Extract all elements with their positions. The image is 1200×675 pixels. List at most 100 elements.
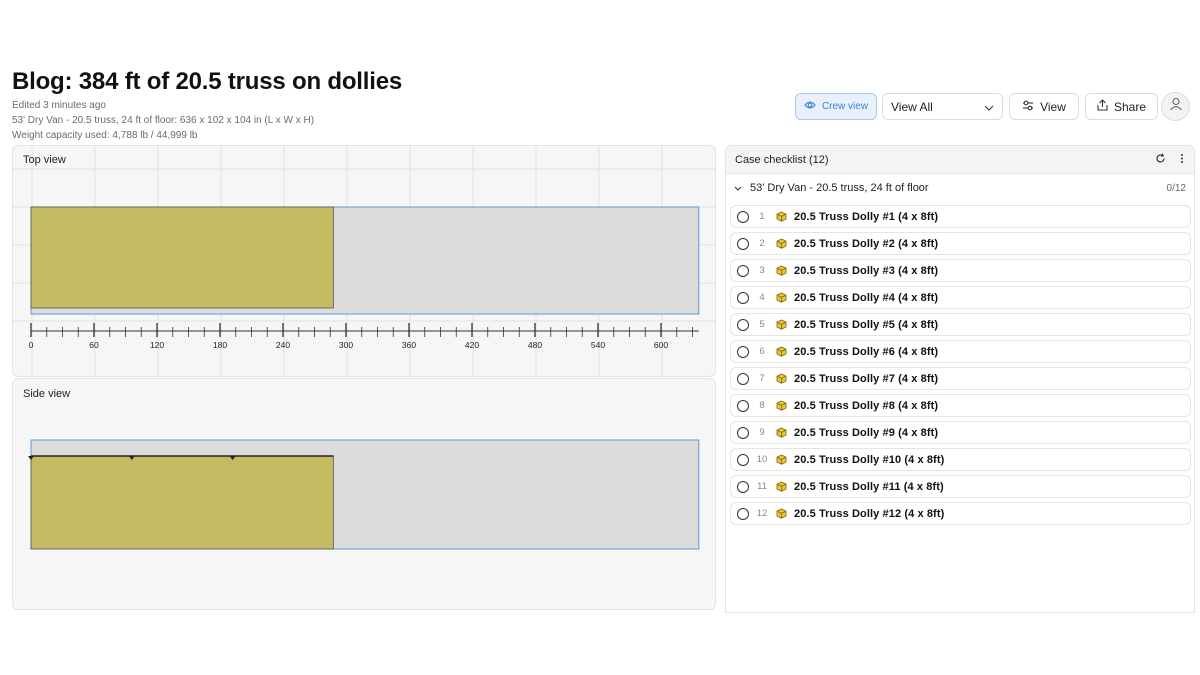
item-name: 20.5 Truss Dolly #5 (4 x 8ft) bbox=[794, 318, 939, 331]
item-checkbox[interactable] bbox=[737, 372, 749, 385]
refresh-icon[interactable] bbox=[1155, 153, 1166, 167]
ruler-label: 0 bbox=[29, 340, 34, 350]
top-view-canvas: 0 60 120 180 240 300 360 420 480 540 600 bbox=[13, 146, 715, 376]
eye-icon bbox=[804, 100, 816, 113]
item-checkbox[interactable] bbox=[737, 426, 749, 439]
ruler-label: 120 bbox=[150, 340, 164, 350]
checklist-item[interactable]: 10 20.5 Truss Dolly #10 (4 x 8ft) bbox=[730, 448, 1191, 471]
item-name: 20.5 Truss Dolly #8 (4 x 8ft) bbox=[794, 399, 939, 412]
cargo-block bbox=[30, 206, 334, 309]
item-name: 20.5 Truss Dolly #11 (4 x 8ft) bbox=[794, 480, 944, 493]
ruler-label: 480 bbox=[528, 340, 542, 350]
item-number: 7 bbox=[759, 373, 765, 384]
case-checklist-panel: Case checklist (12) 53' Dry Van - 20.5 t… bbox=[725, 145, 1195, 613]
item-checkbox[interactable] bbox=[737, 291, 749, 304]
chevron-down-icon[interactable] bbox=[734, 186, 742, 191]
checklist-item[interactable]: 7 20.5 Truss Dolly #7 (4 x 8ft) bbox=[730, 367, 1191, 390]
checklist-item[interactable]: 12 20.5 Truss Dolly #12 (4 x 8ft) bbox=[730, 502, 1191, 525]
box-icon bbox=[776, 427, 787, 438]
ruler-label: 300 bbox=[339, 340, 353, 350]
ruler-label: 60 bbox=[89, 340, 99, 350]
share-button[interactable]: Share bbox=[1085, 93, 1158, 120]
checklist-group[interactable]: 53' Dry Van - 20.5 truss, 24 ft of floor… bbox=[726, 174, 1194, 202]
item-name: 20.5 Truss Dolly #1 (4 x 8ft) bbox=[794, 210, 939, 223]
box-icon bbox=[776, 454, 787, 465]
item-number: 11 bbox=[757, 481, 767, 492]
item-checkbox[interactable] bbox=[737, 345, 749, 358]
box-icon bbox=[776, 373, 787, 384]
item-number: 5 bbox=[759, 319, 765, 330]
ruler-label: 420 bbox=[465, 340, 479, 350]
item-name: 20.5 Truss Dolly #2 (4 x 8ft) bbox=[794, 237, 939, 250]
item-name: 20.5 Truss Dolly #4 (4 x 8ft) bbox=[794, 291, 939, 304]
box-icon bbox=[776, 319, 787, 330]
view-button-label: View bbox=[1040, 99, 1066, 114]
item-checkbox[interactable] bbox=[737, 264, 749, 277]
side-view-label: Side view bbox=[23, 388, 71, 400]
crew-view-label: Crew view bbox=[821, 101, 869, 112]
item-checkbox[interactable] bbox=[737, 399, 749, 412]
checklist-item[interactable]: 2 20.5 Truss Dolly #2 (4 x 8ft) bbox=[730, 232, 1191, 255]
box-icon bbox=[776, 400, 787, 411]
more-vertical-icon[interactable] bbox=[1180, 153, 1184, 167]
chevron-down-icon bbox=[984, 100, 994, 114]
share-icon bbox=[1097, 99, 1108, 114]
view-filter-select[interactable]: View All bbox=[882, 93, 1003, 120]
checklist-item[interactable]: 3 20.5 Truss Dolly #3 (4 x 8ft) bbox=[730, 259, 1191, 282]
checklist-item[interactable]: 5 20.5 Truss Dolly #5 (4 x 8ft) bbox=[730, 313, 1191, 336]
sliders-icon bbox=[1022, 100, 1034, 114]
item-number: 3 bbox=[759, 265, 765, 276]
checklist-header: Case checklist (12) bbox=[726, 146, 1194, 174]
item-checkbox[interactable] bbox=[737, 480, 749, 493]
item-number: 12 bbox=[756, 508, 768, 519]
item-name: 20.5 Truss Dolly #9 (4 x 8ft) bbox=[794, 426, 939, 439]
item-number: 4 bbox=[759, 292, 765, 303]
item-number: 9 bbox=[759, 427, 765, 438]
ruler-label: 180 bbox=[213, 340, 227, 350]
item-name: 20.5 Truss Dolly #10 (4 x 8ft) bbox=[794, 453, 945, 466]
item-number: 6 bbox=[759, 346, 765, 357]
side-view-canvas bbox=[28, 439, 700, 550]
item-checkbox[interactable] bbox=[737, 453, 749, 466]
item-number: 1 bbox=[759, 211, 765, 222]
item-number: 2 bbox=[759, 238, 765, 249]
container-info: 53' Dry Van - 20.5 truss, 24 ft of floor… bbox=[12, 115, 315, 126]
checklist-item[interactable]: 6 20.5 Truss Dolly #6 (4 x 8ft) bbox=[730, 340, 1191, 363]
group-count: 0/12 bbox=[1166, 182, 1186, 194]
item-number: 8 bbox=[759, 400, 765, 411]
user-avatar[interactable] bbox=[1161, 92, 1190, 121]
group-name: 53' Dry Van - 20.5 truss, 24 ft of floor bbox=[750, 182, 929, 194]
ruler-label: 600 bbox=[654, 340, 668, 350]
checklist-item[interactable]: 11 20.5 Truss Dolly #11 (4 x 8ft) bbox=[730, 475, 1191, 498]
item-number: 10 bbox=[756, 454, 768, 465]
box-icon bbox=[776, 238, 787, 249]
box-icon bbox=[776, 481, 787, 492]
top-view-panel[interactable]: 0 60 120 180 240 300 360 420 480 540 600 Top view bbox=[12, 145, 716, 377]
side-view-panel[interactable]: Side view bbox=[12, 378, 716, 610]
box-icon bbox=[776, 508, 787, 519]
item-checkbox[interactable] bbox=[737, 210, 749, 223]
checklist-item[interactable]: 9 20.5 Truss Dolly #9 (4 x 8ft) bbox=[730, 421, 1191, 444]
checklist-item[interactable]: 1 20.5 Truss Dolly #1 (4 x 8ft) bbox=[730, 205, 1191, 228]
item-name: 20.5 Truss Dolly #6 (4 x 8ft) bbox=[794, 345, 939, 358]
checklist-title: Case checklist (12) bbox=[735, 153, 829, 166]
item-name: 20.5 Truss Dolly #7 (4 x 8ft) bbox=[794, 372, 939, 385]
ruler-label: 240 bbox=[276, 340, 290, 350]
item-checkbox[interactable] bbox=[737, 237, 749, 250]
box-icon bbox=[776, 265, 787, 276]
item-name: 20.5 Truss Dolly #12 (4 x 8ft) bbox=[794, 507, 945, 520]
ruler-label: 360 bbox=[402, 340, 416, 350]
weight-capacity: Weight capacity used: 4,788 lb / 44,999 … bbox=[12, 130, 198, 141]
user-icon bbox=[1169, 97, 1183, 116]
crew-view-button[interactable]: Crew view bbox=[795, 93, 877, 120]
checklist-item[interactable]: 8 20.5 Truss Dolly #8 (4 x 8ft) bbox=[730, 394, 1191, 417]
edited-timestamp: Edited 3 minutes ago bbox=[12, 100, 106, 111]
checklist-item[interactable]: 4 20.5 Truss Dolly #4 (4 x 8ft) bbox=[730, 286, 1191, 309]
page-title: Blog: 384 ft of 20.5 truss on dollies bbox=[12, 68, 403, 95]
item-checkbox[interactable] bbox=[737, 507, 749, 520]
box-icon bbox=[776, 346, 787, 357]
box-icon bbox=[776, 211, 787, 222]
view-button[interactable]: View bbox=[1009, 93, 1079, 120]
item-checkbox[interactable] bbox=[737, 318, 749, 331]
ruler-label: 540 bbox=[591, 340, 605, 350]
